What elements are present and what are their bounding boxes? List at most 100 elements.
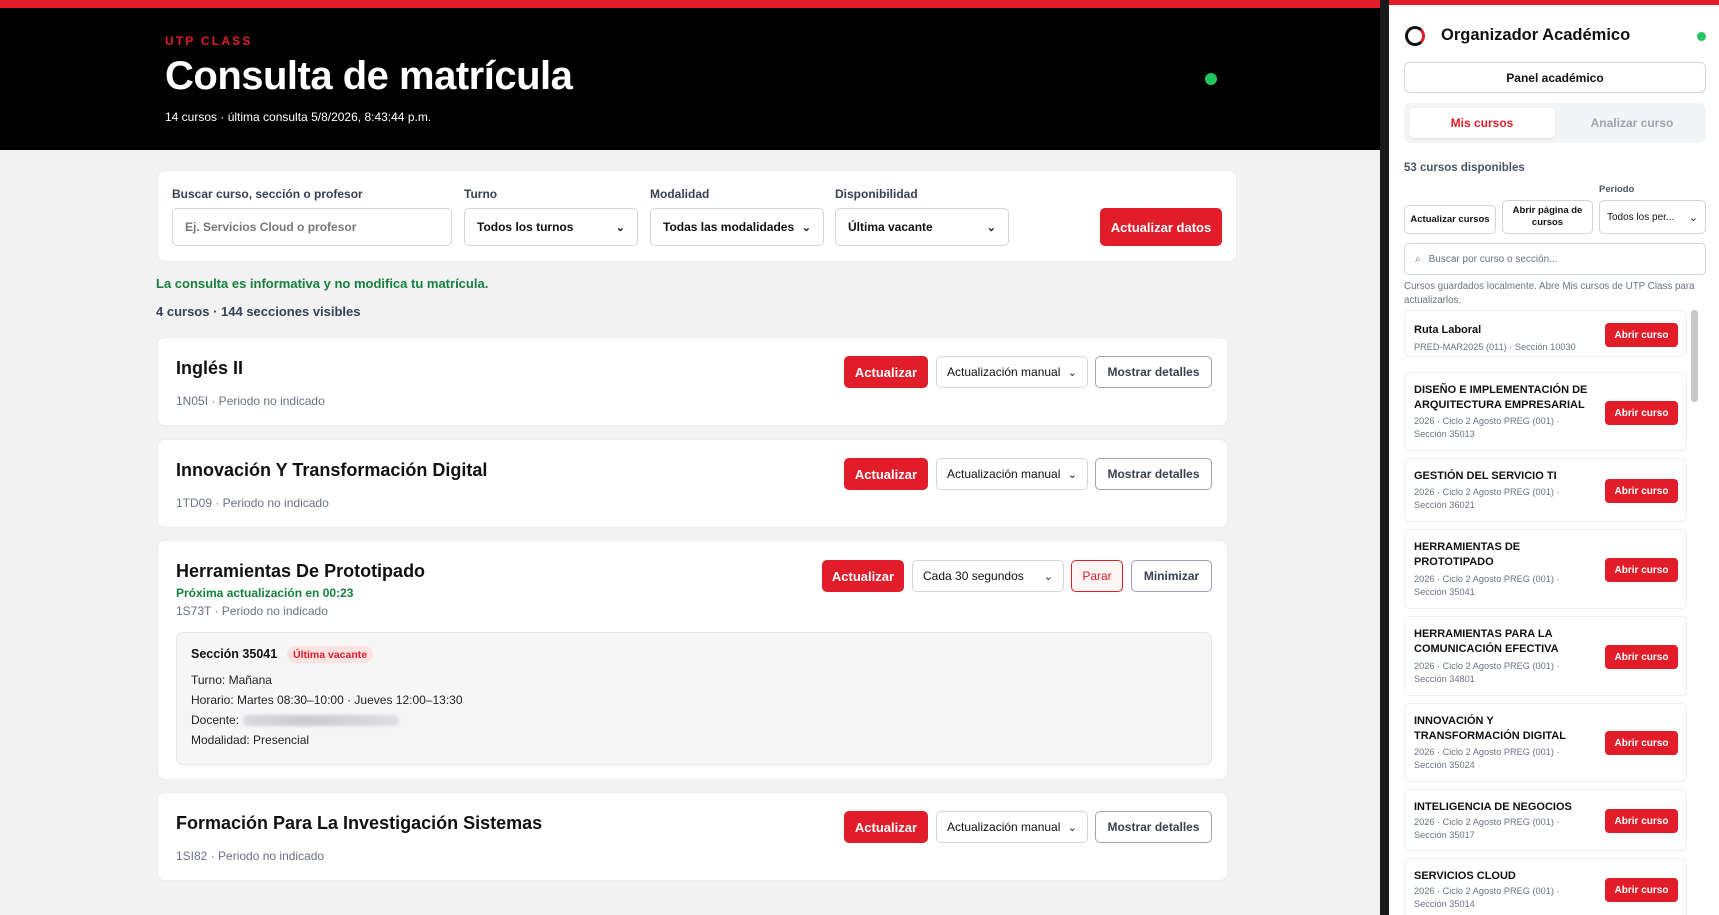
list-item: SERVICIOS CLOUD 2026 · Ciclo 2 Agosto PR… <box>1404 858 1687 915</box>
course-title: Formación Para La Investigación Sistemas <box>176 813 543 833</box>
saved-course-meta: 2026 · Ciclo 2 Agosto PREG (001) · Secci… <box>1414 416 1560 439</box>
tab-my-courses[interactable]: Mis cursos <box>1409 108 1555 138</box>
course-title: Inglés II <box>176 358 244 378</box>
page-header: UTP CLASS Consulta de matrícula 14 curso… <box>0 8 1380 150</box>
saved-course-meta: 2026 · Ciclo 2 Agosto PREG (001) · Secci… <box>1414 487 1560 510</box>
open-course-button[interactable]: Abrir curso <box>1605 731 1678 755</box>
list-item: INTELIGENCIA DE NEGOCIOS 2026 · Ciclo 2 … <box>1404 789 1687 851</box>
tab-analyze-course[interactable]: Analizar curso <box>1559 108 1705 138</box>
open-courses-page-button[interactable]: Abrir página de cursos <box>1502 200 1593 234</box>
section-modalidad: Modalidad: Presencial <box>191 733 310 747</box>
list-item: INNOVACIÓN Y TRANSFORMACIÓN DIGITAL 2026… <box>1404 703 1687 782</box>
course-update-button[interactable]: Actualizar <box>844 458 928 490</box>
search-input[interactable]: Ej. Servicios Cloud o profesor <box>172 208 452 246</box>
brand-label: UTP CLASS <box>165 34 253 48</box>
saved-course-meta: 2026 · Ciclo 2 Agosto PREG (001) · Secci… <box>1414 886 1560 909</box>
redacted-teacher-name <box>243 715 400 727</box>
course-update-button[interactable]: Actualizar <box>844 811 928 843</box>
course-search-placeholder: Buscar por curso o sección... <box>1428 253 1558 265</box>
update-mode-select[interactable]: Actualización manual ⌄ <box>936 356 1088 388</box>
update-mode-value: Actualización manual <box>947 467 1061 481</box>
disponibilidad-value: Última vacante <box>848 220 933 234</box>
show-details-button[interactable]: Mostrar detalles <box>1095 356 1212 388</box>
search-label: Buscar curso, sección o profesor <box>172 187 363 201</box>
period-select[interactable]: Todos los per... ⌄ <box>1599 200 1706 234</box>
course-meta: 1SI82 · Periodo no indicado <box>176 849 325 863</box>
saved-course-name: INNOVACIÓN Y TRANSFORMACIÓN DIGITAL <box>1414 715 1566 742</box>
open-course-button[interactable]: Abrir curso <box>1605 323 1678 347</box>
scrollbar-thumb[interactable] <box>1691 310 1698 402</box>
minimize-button[interactable]: Minimizar <box>1131 560 1212 592</box>
open-course-button[interactable]: Abrir curso <box>1605 809 1678 833</box>
section-horario: Horario: Martes 08:30–10:00 · Jueves 12:… <box>191 693 463 707</box>
search-placeholder: Ej. Servicios Cloud o profesor <box>185 220 357 234</box>
list-scrollbar[interactable] <box>1691 310 1698 915</box>
chevron-down-icon: ⌄ <box>801 221 811 234</box>
stop-button[interactable]: Parar <box>1071 560 1123 592</box>
saved-course-name: Ruta Laboral <box>1414 324 1482 336</box>
saved-course-name: GESTIÓN DEL SERVICIO TI <box>1414 470 1557 482</box>
available-courses-count: 53 cursos disponibles <box>1404 162 1525 174</box>
update-mode-value: Actualización manual <box>947 820 1061 834</box>
course-search-input[interactable]: ⌕ Buscar por curso o sección... <box>1404 243 1706 275</box>
open-course-button[interactable]: Abrir curso <box>1605 645 1678 669</box>
refresh-courses-button[interactable]: Actualizar cursos <box>1404 205 1496 234</box>
refresh-data-button[interactable]: Actualizar datos <box>1100 208 1222 246</box>
saved-course-meta: PRED-MAR2025 (011) · Sección 10030 <box>1414 342 1576 352</box>
disponibilidad-select[interactable]: Última vacante ⌄ <box>835 208 1009 246</box>
info-note: La consulta es informativa y no modifica… <box>156 276 489 291</box>
course-card: Innovación Y Transformación Digital 1TD0… <box>157 439 1228 528</box>
side-panel: Organizador Académico Panel académico Mi… <box>1389 0 1719 915</box>
show-details-button[interactable]: Mostrar detalles <box>1095 811 1212 843</box>
update-mode-value: Actualización manual <box>947 365 1061 379</box>
turno-label: Turno <box>464 187 498 201</box>
open-course-button[interactable]: Abrir curso <box>1605 878 1678 902</box>
list-item: DISEÑO E IMPLEMENTACIÓN DE ARQUITECTURA … <box>1404 372 1687 451</box>
modalidad-label: Modalidad <box>650 187 710 201</box>
side-panel-title: Organizador Académico <box>1441 26 1631 44</box>
main-page: UTP CLASS Consulta de matrícula 14 curso… <box>0 0 1380 915</box>
update-mode-value: Cada 30 segundos <box>923 569 1024 583</box>
saved-course-name: SERVICIOS CLOUD <box>1414 870 1516 882</box>
open-course-button[interactable]: Abrir curso <box>1605 401 1678 425</box>
status-badge: Última vacante <box>287 646 374 663</box>
docente-label: Docente: <box>191 713 240 727</box>
open-course-button[interactable]: Abrir curso <box>1605 479 1678 503</box>
period-label: Periodo <box>1599 184 1635 195</box>
chevron-down-icon: ⌄ <box>615 221 625 234</box>
update-mode-select[interactable]: Actualización manual ⌄ <box>936 811 1088 843</box>
course-update-button[interactable]: Actualizar <box>822 560 904 592</box>
course-title: Herramientas De Prototipado <box>176 561 426 581</box>
course-update-button[interactable]: Actualizar <box>844 356 928 388</box>
list-item: GESTIÓN DEL SERVICIO TI 2026 · Ciclo 2 A… <box>1404 458 1687 522</box>
update-mode-select[interactable]: Actualización manual ⌄ <box>936 458 1088 490</box>
modalidad-select[interactable]: Todas las modalidades ⌄ <box>650 208 824 246</box>
turno-value: Todos los turnos <box>477 220 574 234</box>
saved-course-meta: 2026 · Ciclo 2 Agosto PREG (001) · Secci… <box>1414 574 1560 597</box>
saved-course-meta: 2026 · Ciclo 2 Agosto PREG (001) · Secci… <box>1414 661 1560 684</box>
chevron-down-icon: ⌄ <box>1043 570 1053 583</box>
academic-panel-button[interactable]: Panel académico <box>1404 62 1706 93</box>
chevron-down-icon: ⌄ <box>1067 821 1077 834</box>
disponibilidad-label: Disponibilidad <box>835 187 918 201</box>
open-course-button[interactable]: Abrir curso <box>1605 558 1678 582</box>
turno-select[interactable]: Todos los turnos ⌄ <box>464 208 638 246</box>
course-meta: 1S73T · Periodo no indicado <box>176 604 328 618</box>
list-item: HERRAMIENTAS DE PROTOTIPADO 2026 · Ciclo… <box>1404 529 1687 609</box>
side-accent-bar <box>1389 0 1719 5</box>
saved-course-name: HERRAMIENTAS PARA LA COMUNICACIÓN EFECTI… <box>1414 628 1559 655</box>
list-item: Ruta Laboral PRED-MAR2025 (011) · Secció… <box>1404 310 1687 357</box>
search-icon: ⌕ <box>1415 253 1421 265</box>
saved-course-meta: 2026 · Ciclo 2 Agosto PREG (001) · Secci… <box>1414 817 1560 840</box>
panel-divider <box>1380 0 1389 915</box>
update-mode-select[interactable]: Cada 30 segundos ⌄ <box>912 560 1064 592</box>
section-turno: Turno: Mañana <box>191 673 272 687</box>
modalidad-value: Todas las modalidades <box>663 220 795 234</box>
chevron-down-icon: ⌄ <box>1067 468 1077 481</box>
logo-ring-icon <box>1405 26 1425 46</box>
saved-course-meta: 2026 · Ciclo 2 Agosto PREG (001) · Secci… <box>1414 747 1560 770</box>
period-value: Todos los per... <box>1607 211 1675 223</box>
show-details-button[interactable]: Mostrar detalles <box>1095 458 1212 490</box>
course-card: Formación Para La Investigación Sistemas… <box>157 792 1228 881</box>
results-summary: 4 cursos · 144 secciones visibles <box>156 304 361 319</box>
